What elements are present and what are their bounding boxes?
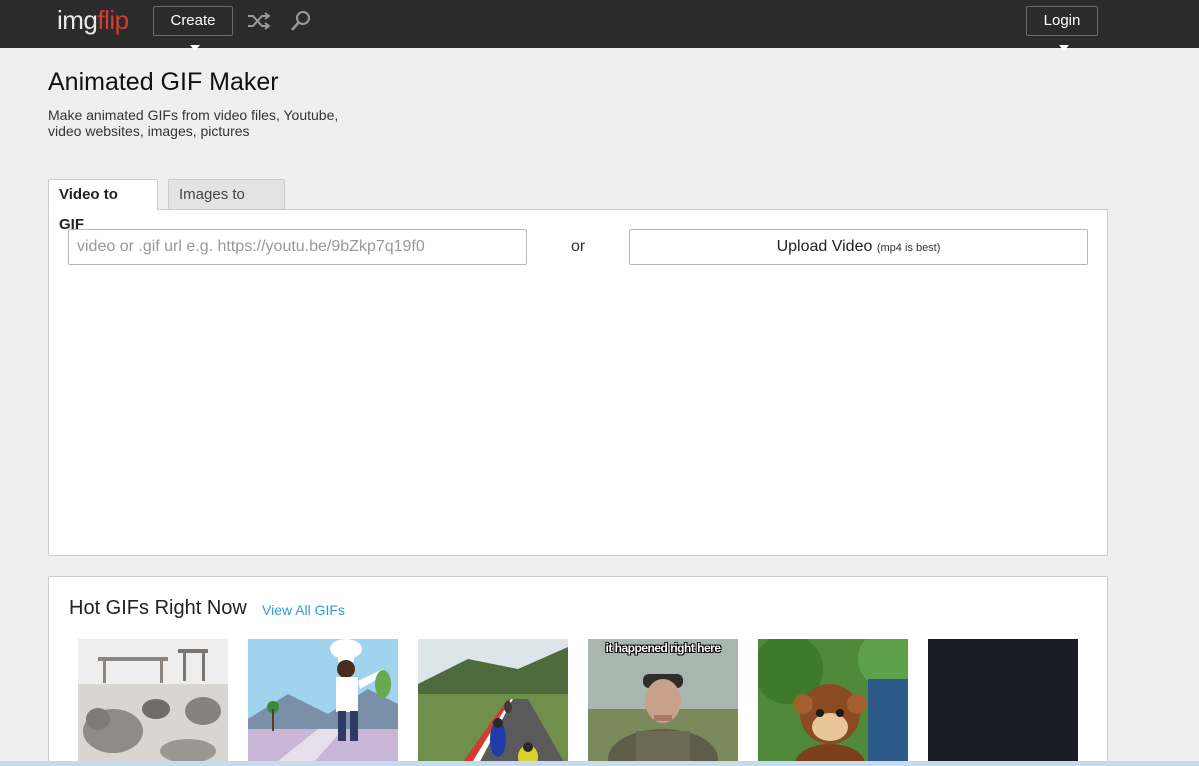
- gif-thumbnail-motorcycle-race[interactable]: [418, 639, 568, 766]
- video-url-input[interactable]: [68, 229, 527, 265]
- bottom-scroll-strip: [0, 761, 1199, 766]
- hot-gifs-panel: Hot GIFs Right Now View All GIFs it happ…: [48, 576, 1108, 766]
- shuffle-icon[interactable]: [246, 9, 272, 33]
- caret-down-icon: [1059, 45, 1069, 51]
- gif-thumbnail-old-man[interactable]: it happened right here: [588, 639, 738, 766]
- view-all-gifs-link[interactable]: View All GIFs: [262, 602, 345, 618]
- gif-thumbnail-seals[interactable]: [78, 639, 228, 766]
- gif-thumbnail-dark[interactable]: [928, 639, 1078, 766]
- create-menu-button[interactable]: Create: [153, 6, 233, 51]
- gif-thumbnail-cartoon-chef[interactable]: [248, 639, 398, 766]
- caret-down-icon: [190, 45, 200, 51]
- gif-caption: it happened right here: [605, 641, 721, 655]
- login-label: Login: [1043, 12, 1081, 29]
- upload-label: Upload Video: [776, 238, 873, 255]
- login-button[interactable]: Login: [1026, 6, 1098, 51]
- gif-thumbnail-monkey-puppet[interactable]: [758, 639, 908, 766]
- search-icon[interactable]: [288, 9, 314, 33]
- imgflip-logo[interactable]: imgflip: [57, 5, 129, 36]
- tab-images-to-gif[interactable]: Images to GIF: [168, 179, 285, 233]
- page-subtitle: Make animated GIFs from video files, You…: [48, 107, 339, 139]
- video-to-gif-panel: or Upload Video (mp4 is best): [48, 209, 1108, 556]
- hot-gifs-title: Hot GIFs Right Now: [69, 597, 247, 619]
- logo-text-flip: flip: [97, 5, 129, 35]
- top-navbar: imgflip Create Login: [0, 0, 1199, 51]
- logo-text-img: img: [57, 5, 98, 35]
- or-separator: or: [571, 238, 586, 255]
- upload-hint: (mp4 is best): [876, 242, 941, 254]
- create-label: Create: [170, 12, 216, 29]
- page-title: Animated GIF Maker: [48, 68, 279, 96]
- tab-video-to-gif[interactable]: Video to GIF: [48, 179, 158, 233]
- upload-video-button[interactable]: Upload Video (mp4 is best): [629, 229, 1088, 265]
